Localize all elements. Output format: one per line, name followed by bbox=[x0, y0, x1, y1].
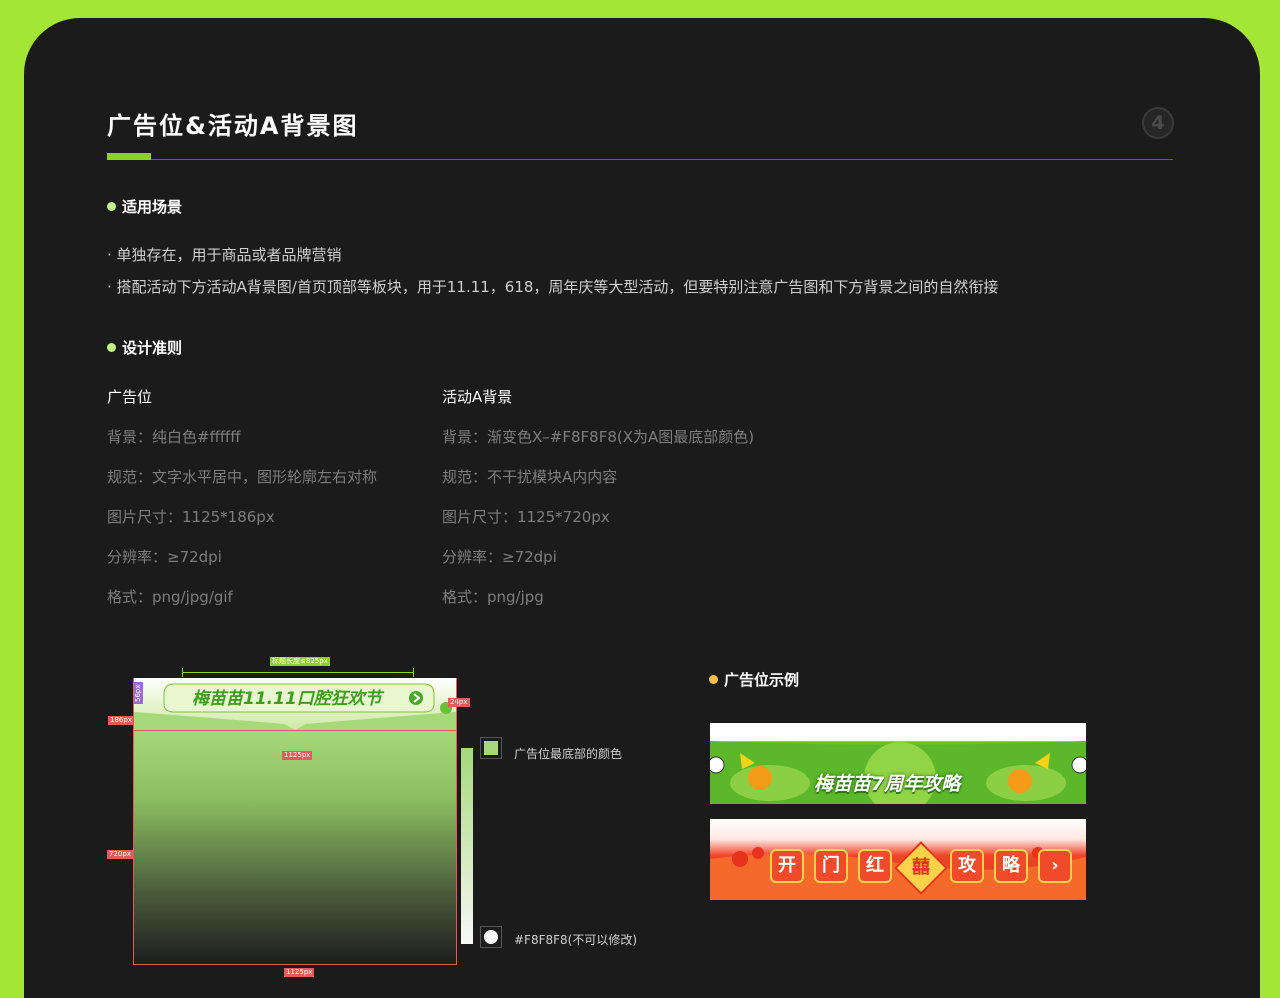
title-accent-bar bbox=[107, 153, 151, 160]
section-heading-scenarios: 适用场景 bbox=[107, 196, 182, 217]
spec-item: 图片尺寸：1125*186px bbox=[107, 508, 275, 526]
activity-bg-mock bbox=[133, 730, 457, 964]
ad-slot-mock-text: 梅苗苗11.11口腔狂欢节 bbox=[192, 689, 382, 709]
banner-char: 红 bbox=[858, 849, 892, 883]
swatch-top-color bbox=[484, 741, 498, 755]
red-banner-chars: 开 门 红 囍 攻 略 › bbox=[770, 841, 1072, 895]
bullet-dot-icon bbox=[107, 202, 116, 211]
page-title: 广告位&活动A背景图 bbox=[107, 112, 359, 140]
example-banner-green: 梅苗苗7周年攻略 bbox=[710, 723, 1086, 804]
page-number-badge: 4 bbox=[1142, 107, 1174, 139]
gradient-strip bbox=[461, 748, 473, 944]
section-heading-examples: 广告位示例 bbox=[709, 669, 799, 690]
title-width-measure-line bbox=[182, 672, 414, 673]
spec-item: 分辨率：≥72dpi bbox=[107, 548, 222, 566]
measure-tick bbox=[413, 668, 414, 677]
width-1125-mid-tag: 1125px bbox=[282, 751, 313, 760]
swatch-top-frame bbox=[480, 737, 502, 759]
banner-char: 门 bbox=[814, 849, 848, 883]
spec-item: 背景：渐变色X–#F8F8F8(X为A图最底部颜色) bbox=[442, 428, 755, 446]
height-56-tag: 56px bbox=[134, 682, 143, 704]
spec-item: 格式：png/jpg bbox=[442, 588, 544, 606]
bullet-dot-icon bbox=[709, 675, 718, 684]
swatch-bottom-frame bbox=[480, 926, 502, 948]
banner-char: 开 bbox=[770, 849, 804, 883]
swatch-bottom-color bbox=[484, 930, 498, 944]
spec-item: 规范：文字水平居中，图形轮廓左右对称 bbox=[107, 468, 378, 486]
spec-item: 背景：纯白色#ffffff bbox=[107, 428, 241, 446]
column-title-ad-slot: 广告位 bbox=[107, 388, 153, 406]
swatch-top-label: 广告位最底部的颜色 bbox=[514, 747, 623, 761]
banner-char-diamond: 囍 bbox=[894, 841, 948, 895]
chevron-right-icon: › bbox=[1038, 849, 1072, 883]
vertical-measure-line bbox=[456, 678, 457, 965]
banner-char: 囍 bbox=[912, 857, 930, 878]
scenario-bullet-2: · 搭配活动下方活动A背景图/首页顶部等板块，用于11.11，618，周年庆等大… bbox=[107, 278, 999, 296]
banner-char: 略 bbox=[994, 849, 1028, 883]
spec-item: 规范：不干扰模块A内内容 bbox=[442, 468, 618, 486]
spec-diagram: 标题长度≤825px 梅苗苗11.11口腔狂欢节 56px 24px 186px… bbox=[106, 654, 646, 977]
ad-slot-mock: 梅苗苗11.11口腔狂欢节 bbox=[134, 678, 456, 730]
spec-item: 图片尺寸：1125*720px bbox=[442, 508, 610, 526]
vertical-measure-line bbox=[133, 678, 134, 965]
column-title-activity-bg: 活动A背景 bbox=[442, 388, 513, 406]
green-banner-text: 梅苗苗7周年攻略 bbox=[814, 773, 961, 795]
example-banner-red: 开 门 红 囍 攻 略 › bbox=[710, 819, 1086, 900]
width-1125-bottom-tag: 1125px bbox=[284, 968, 315, 977]
bullet-dot-icon bbox=[107, 343, 116, 352]
title-width-tag: 标题长度≤825px bbox=[270, 657, 330, 666]
measure-tick bbox=[182, 668, 183, 677]
scenario-bullet-1: · 单独存在，用于商品或者品牌营销 bbox=[107, 246, 342, 264]
banner-char: 攻 bbox=[950, 849, 984, 883]
height-186-tag: 186px bbox=[108, 716, 134, 725]
divider-line bbox=[133, 730, 457, 731]
spec-item: 分辨率：≥72dpi bbox=[442, 548, 557, 566]
swatch-bottom-label: #F8F8F8(不可以修改) bbox=[514, 933, 638, 947]
content-card: 广告位&活动A背景图 4 适用场景 · 单独存在，用于商品或者品牌营销 · 搭配… bbox=[24, 18, 1260, 998]
padding-24-tag: 24px bbox=[448, 698, 470, 707]
height-720-tag: 720px bbox=[107, 850, 133, 859]
bottom-measure-line bbox=[133, 964, 457, 965]
spec-item: 格式：png/jpg/gif bbox=[107, 588, 233, 606]
section-heading-guidelines: 设计准则 bbox=[107, 337, 182, 358]
title-divider bbox=[107, 159, 1173, 160]
